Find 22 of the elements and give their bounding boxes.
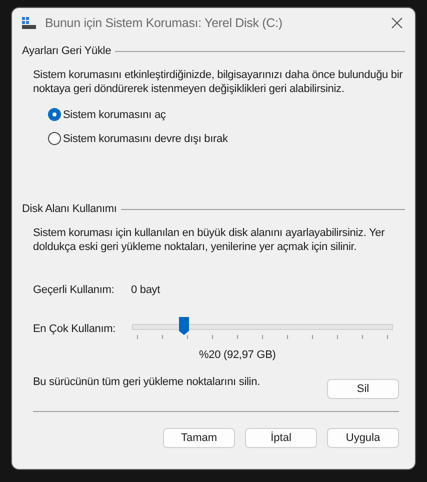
max-usage-label: En Çok Kullanım:	[33, 323, 117, 335]
description-text: Sistem korumasını etkinleştirdiğinizde, bilgisayarınızı daha önce bulunduğu bir noktaya geri döndürerek istenmeyen değişiklikleri geri alabilirsiniz.	[33, 68, 404, 96]
current-usage-label: Geçerli Kullanım:	[33, 284, 116, 296]
radio-button[interactable]	[48, 108, 61, 121]
dialog-button[interactable]: Uygula	[327, 428, 399, 448]
dialog-button[interactable]: İptal	[245, 428, 317, 448]
section-heading: Disk Alanı Kullanımı	[22, 203, 117, 215]
close-icon[interactable]	[391, 17, 403, 29]
radio-option[interactable]: Sistem korumasını devre dışı bırak	[48, 132, 405, 145]
usage-slider[interactable]	[132, 316, 393, 342]
window-title: Bunun için Sistem Koruması: Yerel Disk (C:)	[45, 16, 284, 30]
max-usage-reading: %20 (92,97 GB)	[199, 349, 277, 361]
delete-button[interactable]: Sil	[327, 379, 399, 399]
drive-icon	[21, 16, 37, 30]
radio-option[interactable]: Sistem korumasını aç	[48, 108, 405, 121]
description-text: Sistem koruması için kullanılan en büyük disk alanını ayarlayabilirsiniz. Yer doldukça eski geri yükleme noktaları, yenilerine yer açmak için silinir.	[33, 226, 386, 254]
section-heading: Ayarları Geri Yükle	[22, 45, 112, 57]
radio-button[interactable]	[48, 132, 61, 145]
slider-thumb[interactable]	[178, 316, 190, 336]
current-usage-value: 0 bayt	[131, 284, 160, 296]
delete-text: Bu sürücünün tüm geri yükleme noktalarını silin.	[33, 376, 260, 388]
dialog-button[interactable]: Tamam	[163, 428, 235, 448]
